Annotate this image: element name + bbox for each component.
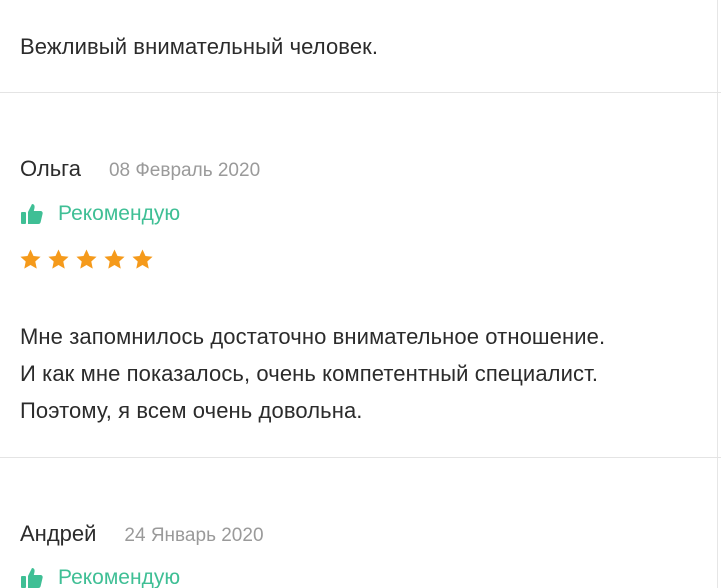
reviewer-row: Андрей 24 Январь 2020 <box>20 521 264 547</box>
recommend-label: Рекомендую <box>58 202 181 225</box>
review-text-line: Вежливый внимательный человек. <box>20 34 379 59</box>
review-text-line: И как мне показалось, очень компетентный… <box>20 361 599 386</box>
review-text-line: Мне запомнилось достаточно внимательное … <box>20 324 606 349</box>
reviewer-name: Ольга <box>20 156 81 181</box>
review-date: 08 Февраль 2020 <box>108 160 261 181</box>
star-icon <box>19 248 42 271</box>
star-icon <box>47 248 70 271</box>
rating-stars <box>19 248 159 271</box>
star-icon <box>131 248 154 271</box>
reviewer-name: Андрей <box>20 521 97 546</box>
reviews-page: Вежливый внимательный человек. Ольга 08 … <box>0 0 721 588</box>
review-card: Вежливый внимательный человек. <box>0 0 718 92</box>
review-text: Вежливый внимательный человек. <box>20 28 710 65</box>
thumbs-up-icon <box>20 202 44 226</box>
recommend-badge: Рекомендую <box>20 566 180 588</box>
thumbs-up-icon <box>20 566 44 588</box>
recommend-badge: Рекомендую <box>20 202 180 226</box>
recommend-label: Рекомендую <box>58 566 181 588</box>
star-icon <box>75 248 98 271</box>
review-date: 24 Январь 2020 <box>124 525 264 546</box>
review-text-line: Поэтому, я всем очень довольна. <box>20 398 363 423</box>
star-icon <box>103 248 126 271</box>
reviewer-row: Ольга 08 Февраль 2020 <box>20 156 260 182</box>
review-text: Мне запомнилось достаточно внимательное … <box>20 318 710 429</box>
